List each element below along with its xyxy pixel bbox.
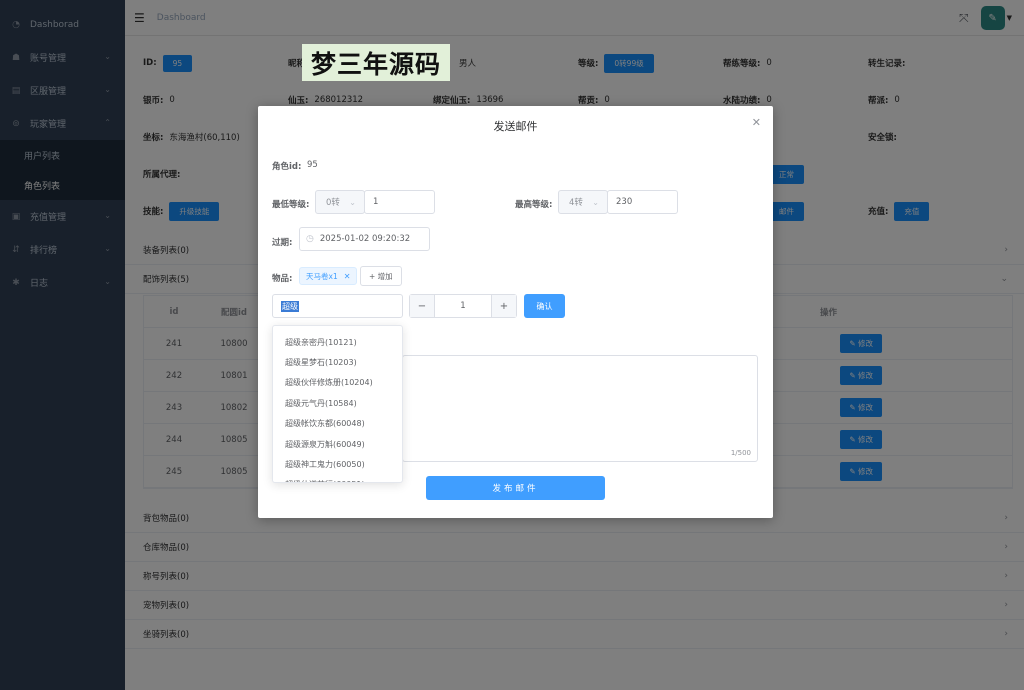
max-level-value: 230 bbox=[616, 197, 633, 207]
item-suggestion-dropdown: 超级亲密丹(10121) 超级星梦石(10203) 超级伙伴修炼册(10204)… bbox=[272, 325, 403, 483]
role-id-value: 95 bbox=[307, 160, 318, 170]
max-turn-select[interactable]: 4转 ⌄ bbox=[558, 190, 608, 214]
dialog-title: 发送邮件 bbox=[493, 120, 538, 133]
suggestion-item[interactable]: 超级伙伴修炼册(10204) bbox=[273, 373, 402, 393]
add-item-button[interactable]: + 增加 bbox=[360, 266, 402, 286]
expire-date-picker[interactable]: ◷ 2025-01-02 09:20:32 bbox=[299, 227, 430, 251]
suggestion-item[interactable]: 超级亲密丹(10121) bbox=[273, 332, 402, 352]
min-level-value: 1 bbox=[373, 197, 379, 207]
mail-content-textarea[interactable]: 1/500 bbox=[402, 355, 758, 462]
suggestion-item[interactable]: 超级帐饮东都(60048) bbox=[273, 414, 402, 434]
suggestion-item[interactable]: 超级源泉万斛(60049) bbox=[273, 434, 402, 454]
suggestion-item[interactable]: 超级神工鬼力(60050) bbox=[273, 454, 402, 474]
minus-icon[interactable]: − bbox=[410, 295, 434, 317]
item-tag-label: 天马卷x1 bbox=[306, 271, 338, 281]
suggestion-item[interactable]: 超级仙道芳行(60051) bbox=[273, 475, 402, 482]
suggestion-item[interactable]: 超级星梦石(10203) bbox=[273, 352, 402, 372]
watermark: 梦三年源码 bbox=[302, 44, 450, 81]
role-id-label: 角色id: bbox=[272, 162, 302, 172]
max-level-input[interactable]: 230 bbox=[607, 190, 678, 214]
confirm-button[interactable]: 确认 bbox=[524, 294, 565, 318]
close-icon[interactable]: ✕ bbox=[752, 116, 761, 129]
expire-value: 2025-01-02 09:20:32 bbox=[319, 234, 411, 244]
min-level-label: 最低等级: bbox=[272, 200, 310, 210]
quantity-stepper[interactable]: − 1 + bbox=[409, 294, 517, 318]
expire-label: 过期: bbox=[272, 238, 293, 248]
item-label: 物品: bbox=[272, 274, 293, 284]
min-turn-select[interactable]: 0转 ⌄ bbox=[315, 190, 365, 214]
item-search-input[interactable]: 超级 bbox=[272, 294, 403, 318]
min-turn-value: 0转 bbox=[326, 198, 340, 208]
min-level-input[interactable]: 1 bbox=[364, 190, 435, 214]
chevron-down-icon: ⌄ bbox=[349, 197, 356, 207]
plus-icon[interactable]: + bbox=[492, 295, 516, 317]
char-count: 1/500 bbox=[730, 449, 751, 457]
suggestion-item[interactable]: 超级元气丹(10584) bbox=[273, 393, 402, 413]
close-icon[interactable]: ✕ bbox=[344, 272, 351, 281]
max-level-label: 最高等级: bbox=[515, 200, 553, 210]
item-tag: 天马卷x1 ✕ bbox=[299, 267, 358, 285]
send-mail-button[interactable]: 发布邮件 bbox=[426, 476, 605, 500]
clock-icon: ◷ bbox=[306, 234, 314, 244]
item-search-value: 超级 bbox=[281, 300, 299, 312]
max-turn-value: 4转 bbox=[569, 198, 583, 208]
chevron-down-icon: ⌄ bbox=[592, 197, 599, 207]
quantity-value: 1 bbox=[434, 295, 492, 317]
